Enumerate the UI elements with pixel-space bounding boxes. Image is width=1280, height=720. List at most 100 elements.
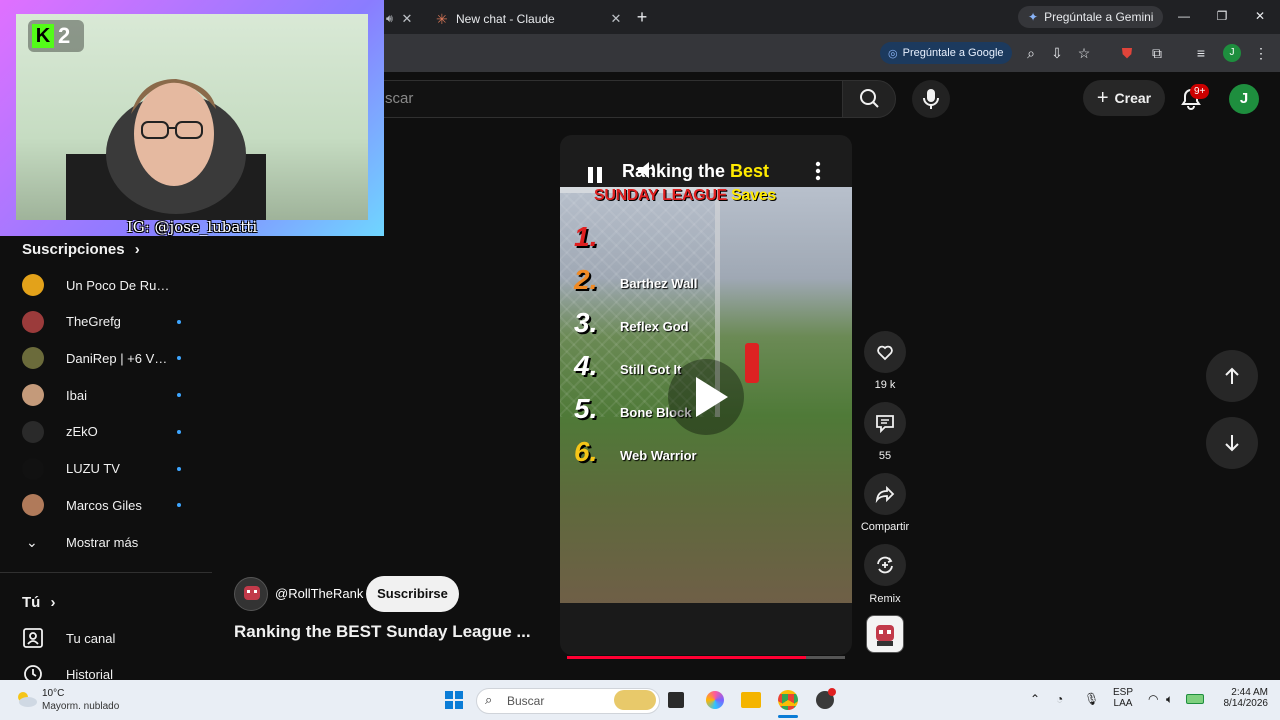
account-avatar[interactable]: J — [1229, 84, 1259, 114]
create-button[interactable]: + Crear — [1083, 80, 1165, 116]
tab-previous[interactable]: 🔊︎ ✕ — [384, 4, 424, 34]
chrome-icon[interactable] — [778, 690, 798, 710]
volume-button[interactable] — [632, 155, 662, 185]
file-explorer-icon[interactable] — [741, 692, 761, 708]
more-vertical-icon — [815, 161, 821, 181]
windows-start-icon[interactable] — [444, 690, 464, 710]
ranking-number: 6. — [574, 436, 598, 467]
speaker-icon[interactable]: 🔈︎ — [1166, 692, 1173, 707]
share-label: Compartir — [860, 521, 910, 533]
subscribe-button[interactable]: Suscribirse — [366, 576, 459, 612]
show-more-label: Mostrar más — [66, 534, 139, 550]
your-channel-label: Tu canal — [66, 630, 116, 646]
channel-avatar — [22, 274, 44, 296]
install-app-icon[interactable]: ⇩ — [1047, 43, 1067, 63]
clock[interactable]: 2:44 AM 8/14/2026 — [1214, 687, 1269, 709]
overlay-sub-highlight: Saves — [731, 187, 776, 204]
channel-name[interactable]: @RollTheRank — [275, 586, 363, 601]
media-controls-icon[interactable]: ≡ — [1191, 43, 1211, 63]
subscription-name: LUZU TV — [66, 461, 120, 476]
menu-kebab-icon[interactable]: ⋮ — [1251, 43, 1271, 63]
kick-badge-number: 2 — [58, 23, 71, 48]
pause-icon — [588, 167, 602, 183]
sidebar-subscription-item[interactable]: TheGrefg — [0, 304, 212, 340]
wifi-icon[interactable]: ◠ — [1148, 692, 1158, 706]
sidebar-item-your-channel[interactable]: Tu canal — [0, 620, 212, 656]
bookmark-star-icon[interactable]: ☆ — [1074, 43, 1094, 63]
close-window-icon[interactable]: ✕ — [1248, 6, 1272, 26]
play-button[interactable] — [668, 359, 744, 435]
remix-button[interactable] — [864, 544, 906, 586]
close-tab-icon[interactable]: ✕ — [399, 11, 415, 27]
ask-gemini-button[interactable]: ✦ Pregúntale a Gemini — [1018, 6, 1164, 28]
heart-icon — [877, 345, 893, 361]
more-options-button[interactable] — [804, 157, 832, 187]
next-short-button[interactable] — [1206, 417, 1258, 469]
chevron-down-icon: ⌄ — [26, 533, 38, 550]
weather-temperature[interactable]: 10°C — [42, 688, 64, 699]
task-view-icon[interactable] — [668, 692, 684, 708]
ask-google-button[interactable]: ◎ Pregúntale a Google — [880, 42, 1012, 64]
search-input[interactable]: scar — [380, 80, 842, 118]
search-icon: ⌕ — [485, 692, 493, 707]
tray-overflow-icon[interactable]: ⌃ — [1030, 692, 1040, 706]
layout-code: LAA — [1113, 698, 1133, 709]
pause-button[interactable] — [576, 157, 616, 197]
share-button[interactable] — [864, 473, 906, 515]
sidebar-subscription-item[interactable]: Ibai — [0, 377, 212, 413]
new-tab-button[interactable]: + — [632, 7, 652, 27]
webcam-overlay: K 2 IG: @jose_lubatti — [0, 0, 384, 236]
subscription-name: Ibai — [66, 387, 87, 403]
weather-description[interactable]: Mayorm. nublado — [42, 701, 119, 712]
subscriptions-heading[interactable]: Suscripciones › — [22, 241, 140, 258]
video-progress-bar[interactable] — [567, 656, 845, 659]
battery-icon[interactable] — [1186, 694, 1204, 704]
previous-short-button[interactable] — [1206, 350, 1258, 402]
search-icon — [860, 89, 879, 108]
show-more-button[interactable]: ⌄ Mostrar más — [0, 524, 212, 560]
weather-cloud-icon[interactable] — [14, 688, 38, 710]
video-progress-fill — [567, 656, 807, 659]
kick-logo-icon: K — [32, 24, 54, 48]
input-language[interactable]: ESP LAA — [1110, 687, 1136, 709]
new-content-dot — [177, 356, 181, 361]
restore-icon[interactable]: ❐ — [1210, 6, 1234, 26]
sidebar-subscription-item[interactable]: Marcos Giles — [0, 487, 212, 523]
search-highlight-icon[interactable] — [614, 690, 656, 710]
ranking-number: 1. — [574, 221, 598, 252]
shorts-player[interactable]: Ranking the Best SUNDAY LEAGUE Saves 1. 2… — [560, 135, 852, 655]
tab-claude[interactable]: ✳ New chat - Claude ✕ — [428, 4, 624, 34]
voice-search-button[interactable] — [912, 80, 950, 118]
comments-button[interactable] — [864, 402, 906, 444]
like-button[interactable] — [864, 331, 906, 373]
channel-avatar[interactable] — [234, 577, 268, 611]
video-overlay-subtitle: SUNDAY LEAGUE Saves — [594, 187, 776, 205]
ranking-number: 4. — [574, 350, 598, 381]
overlay-title-highlight: Best — [730, 161, 770, 181]
copilot-icon[interactable] — [706, 691, 724, 709]
subscription-name: DaniRep | +6 Víd... — [66, 350, 170, 366]
video-title[interactable]: Ranking the BEST Sunday League ... — [234, 622, 544, 642]
minimize-icon[interactable]: — — [1172, 6, 1196, 26]
you-heading[interactable]: Tú › — [22, 594, 56, 611]
zoom-icon[interactable]: ⌕ — [1021, 43, 1041, 63]
search-button[interactable] — [842, 80, 896, 118]
arrow-down-icon — [1225, 435, 1239, 452]
like-count: 19 k — [874, 379, 896, 391]
channel-thumbnail[interactable] — [866, 615, 904, 653]
tray-mic-icon[interactable]: 🎙︎ — [1084, 692, 1099, 706]
app-notification-dot — [828, 688, 836, 696]
sidebar-subscription-item[interactable]: zEkO — [0, 414, 212, 450]
sidebar-subscription-item[interactable]: DaniRep | +6 Víd... — [0, 340, 212, 376]
profile-avatar[interactable]: J — [1223, 44, 1241, 62]
channel-avatar — [22, 457, 44, 480]
close-tab-icon[interactable]: ✕ — [608, 11, 624, 27]
extension-shield-icon[interactable]: ⛊ — [1117, 43, 1137, 63]
new-content-dot — [177, 429, 181, 434]
sidebar-subscription-item[interactable]: LUZU TV — [0, 451, 212, 487]
tray-network-icon[interactable]: ◔ — [1056, 692, 1063, 706]
extensions-puzzle-icon[interactable]: ⧉ — [1147, 43, 1167, 63]
sidebar-subscription-item[interactable]: Un Poco De Ruido — [0, 267, 212, 303]
subscription-name: Un Poco De Ruido — [66, 277, 170, 293]
ranking-label: Reflex God — [620, 319, 689, 334]
